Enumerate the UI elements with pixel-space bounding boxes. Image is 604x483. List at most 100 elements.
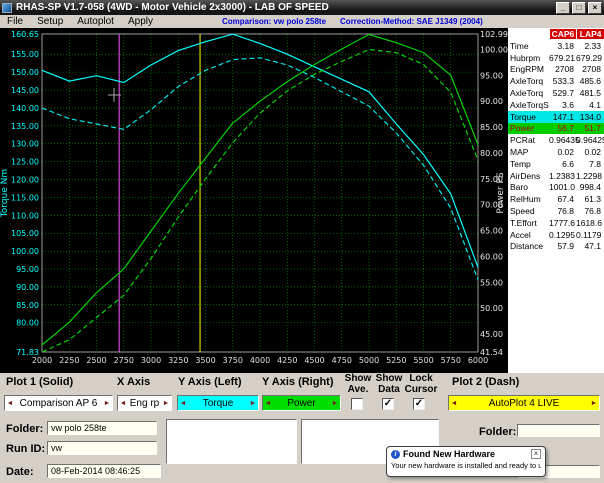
prev-arrow-icon[interactable]: ◄ [5, 400, 15, 407]
lock-cursor-checkbox[interactable]: ✓ [413, 398, 425, 410]
prev-arrow-icon[interactable]: ◄ [178, 400, 188, 407]
show-data-checkbox[interactable]: ✓ [382, 398, 394, 410]
svg-text:3750: 3750 [223, 356, 243, 365]
balloon-close-button[interactable]: × [531, 449, 541, 459]
plot2-selector[interactable]: ◄ AutoPlot 4 LIVE ► [448, 395, 600, 411]
svg-text:6000: 6000 [468, 356, 488, 365]
dyno-chart[interactable]: 160.65 155.00 150.00 145.00 140.00 135.00 130.… [0, 28, 508, 373]
table-row: MAP 0.02 0.02 [510, 147, 601, 158]
next-arrow-icon[interactable]: ► [161, 400, 171, 407]
svg-text:90.00: 90.00 [480, 97, 503, 106]
svg-text:100.00: 100.00 [11, 247, 39, 256]
table-row: T.Effort 1777.6 1618.6 [510, 217, 602, 228]
runid-field[interactable]: vw [47, 441, 157, 455]
comparison-text: Comparison: vw polo 258te [222, 17, 327, 26]
yaxis-left-label: Y Axis (Left) [178, 376, 242, 388]
svg-text:2000: 2000 [32, 356, 52, 365]
prev-arrow-icon[interactable]: ◄ [118, 400, 128, 407]
svg-text:135.00: 135.00 [11, 122, 39, 131]
svg-text:60.00: 60.00 [480, 252, 503, 261]
svg-text:155.00: 155.00 [11, 50, 39, 59]
yaxis-right-selector[interactable]: ◄ Power ► [262, 395, 341, 411]
table-row: Baro 1001.0 998.4 [510, 182, 601, 193]
svg-text:102.99: 102.99 [480, 30, 508, 39]
app-icon [2, 2, 12, 13]
svg-text:140.00: 140.00 [11, 104, 39, 113]
balloon-header: i Found New Hardware × [391, 449, 541, 459]
svg-text:95.00: 95.00 [16, 265, 39, 274]
notification-balloon: i Found New Hardware × Your new hardware… [386, 446, 546, 477]
column-header-cap6: CAP6 [549, 29, 577, 39]
right-axis-title: Power PS [496, 172, 506, 213]
column-header-lap4: LAP4 [577, 29, 604, 39]
svg-text:5750: 5750 [441, 356, 461, 365]
prev-arrow-icon[interactable]: ◄ [263, 400, 273, 407]
runid-label: Run ID: [6, 443, 46, 455]
svg-text:110.00: 110.00 [11, 211, 39, 220]
svg-text:150.00: 150.00 [11, 68, 39, 77]
svg-text:80.00: 80.00 [480, 149, 503, 158]
svg-text:2750: 2750 [114, 356, 134, 365]
comparison-header: Comparison: vw polo 258te Correction-Met… [222, 15, 483, 28]
prev-arrow-icon[interactable]: ◄ [449, 400, 459, 407]
svg-text:115.00: 115.00 [11, 193, 39, 202]
svg-text:120.00: 120.00 [11, 176, 39, 185]
table-row: Hubrpm 679.21 679.29 [510, 52, 602, 63]
folder-field[interactable]: vw polo 258te [47, 421, 157, 435]
menu-apply[interactable]: Apply [121, 15, 160, 28]
folder2-field[interactable] [517, 424, 600, 437]
table-header: CAP6 LAP4 [508, 28, 604, 40]
table-row: PCRat 0.96435 0.96425 [510, 135, 604, 146]
table-row: Power 56.7 51.7 [508, 122, 604, 135]
svg-text:85.00: 85.00 [16, 301, 39, 310]
yaxis-left-selector[interactable]: ◄ Torque ► [177, 395, 259, 411]
table-row: Speed 76.8 76.8 [510, 206, 601, 217]
xaxis-value: Eng rp [129, 397, 160, 409]
xaxis-label: X Axis [117, 376, 151, 388]
table-row: AxleTorq 529.7 481.5 [510, 88, 601, 99]
minimize-button[interactable]: _ [556, 1, 570, 14]
chart-area: 160.65 155.00 150.00 145.00 140.00 135.00 130.… [0, 28, 508, 373]
svg-text:145.00: 145.00 [11, 86, 39, 95]
menu-setup[interactable]: Setup [30, 15, 70, 28]
show-ave-checkbox[interactable] [351, 398, 363, 410]
svg-text:5000: 5000 [359, 356, 379, 365]
table-row: EngRPM 2708 2708 [510, 64, 601, 75]
plot1-selector[interactable]: ◄ Comparison AP 6 ► [4, 395, 113, 411]
close-button[interactable]: × [588, 1, 602, 14]
date-field[interactable]: 08-Feb-2014 08:46:25 [47, 464, 161, 478]
svg-text:130.00: 130.00 [11, 140, 39, 149]
table-row: AxleTorq 533.3 485.6 [510, 76, 601, 87]
menu-file[interactable]: File [0, 15, 30, 28]
data-table: CAP6 LAP4 Time 3.18 2.33 Hubrpm 679.21 679.29… [508, 28, 604, 373]
table-row: Torque 147.1 134.0 [508, 110, 604, 123]
list-box-1[interactable] [166, 419, 297, 464]
app-window: RHAS-SP V1.7-058 (4WD - Motor Vehicle 2x… [0, 0, 604, 483]
svg-text:5250: 5250 [386, 356, 406, 365]
table-row: Accel 0.1295 0.1179 [510, 229, 602, 240]
svg-text:95.00: 95.00 [480, 71, 503, 80]
yaxis-right-label: Y Axis (Right) [262, 376, 334, 388]
xaxis-selector[interactable]: ◄ Eng rp ► [117, 395, 172, 411]
svg-text:4750: 4750 [332, 356, 352, 365]
next-arrow-icon[interactable]: ► [248, 400, 258, 407]
menu-bar: File Setup Autoplot Apply Comparison: vw… [0, 15, 604, 28]
svg-text:4500: 4500 [304, 356, 324, 365]
svg-text:125.00: 125.00 [11, 158, 39, 167]
table-row: Time 3.18 2.33 [510, 40, 601, 51]
svg-text:4250: 4250 [277, 356, 297, 365]
show-data-label: Show Data [375, 373, 403, 395]
next-arrow-icon[interactable]: ► [589, 400, 599, 407]
svg-text:4000: 4000 [250, 356, 270, 365]
menu-autoplot[interactable]: Autoplot [70, 15, 121, 28]
data-table-rows: Time 3.18 2.33 Hubrpm 679.21 679.29 EngRPM 2708… [508, 40, 604, 252]
folder2-label: Folder: [479, 426, 517, 438]
table-row: AirDens 1.2383 1.2298 [510, 170, 602, 181]
maximize-button[interactable]: □ [572, 1, 586, 14]
svg-text:90.00: 90.00 [16, 283, 39, 292]
yaxis-right-value: Power [287, 397, 316, 409]
control-panel: Plot 1 (Solid) X Axis Y Axis (Left) Y Ax… [0, 373, 604, 483]
next-arrow-icon[interactable]: ► [102, 400, 112, 407]
svg-text:2500: 2500 [86, 356, 106, 365]
next-arrow-icon[interactable]: ► [330, 400, 340, 407]
